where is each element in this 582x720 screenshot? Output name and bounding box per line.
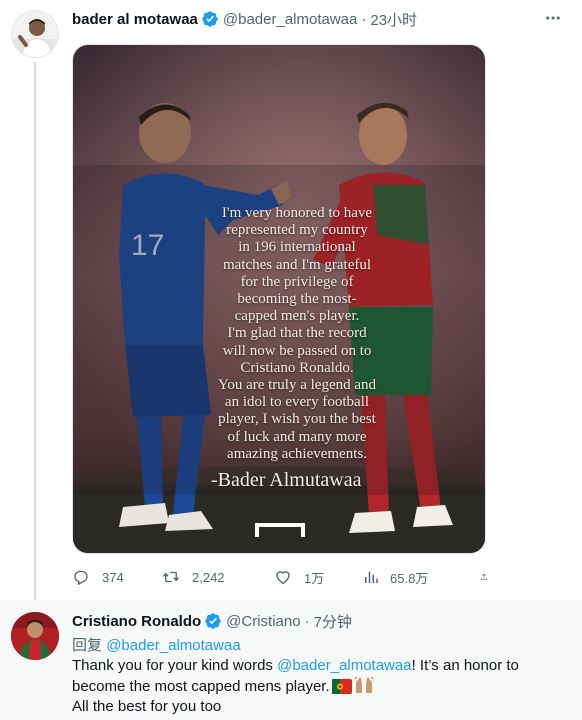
avatar[interactable] — [11, 612, 59, 660]
original-tweet[interactable]: bader al motawaa @bader_almotawaa · 23小时 — [0, 0, 582, 600]
mention-link[interactable]: @bader_almotawaa — [277, 657, 411, 674]
replying-to: 回复 @bader_almotawaa — [72, 634, 241, 655]
quote-line: will now be passed on to — [222, 342, 372, 359]
portugal-flag-icon — [331, 679, 352, 694]
reply-button[interactable]: 374 — [72, 568, 162, 586]
author-name[interactable]: Cristiano Ronaldo — [72, 613, 201, 630]
tweet-image[interactable]: 17 I'm very honored to have represented … — [72, 44, 486, 554]
tweet-header: Cristiano Ronaldo @Cristiano · 7分钟 — [72, 610, 352, 632]
author-handle[interactable]: @Cristiano — [226, 613, 300, 630]
heart-icon — [276, 571, 290, 585]
reply-count: 374 — [102, 569, 124, 585]
share-icon — [481, 573, 487, 580]
text-segment: Thank you for your kind words — [72, 657, 278, 674]
quote-line: amazing achievements. — [227, 445, 367, 462]
avatar[interactable] — [11, 10, 59, 58]
separator-dot: · — [361, 10, 367, 28]
quote-line: Cristiano Ronaldo. — [240, 359, 354, 376]
replying-to-mention[interactable]: @bader_almotawaa — [106, 637, 240, 654]
verified-badge-icon — [205, 613, 221, 629]
tweet-timestamp[interactable]: 7分钟 — [314, 611, 352, 632]
quote-line: matches and I'm grateful — [222, 256, 372, 273]
share-button[interactable] — [480, 568, 500, 586]
view-count: 65.8万 — [390, 570, 429, 586]
replying-prefix: 回复 — [72, 637, 103, 654]
image-signature: -Bader Almutawaa — [211, 469, 362, 491]
retweet-button[interactable]: 2,242 — [162, 568, 274, 586]
tweet-timestamp[interactable]: 23小时 — [370, 9, 417, 30]
tweet-header: bader al motawaa @bader_almotawaa · 23小时 — [72, 8, 417, 30]
retweet-count: 2,242 — [192, 569, 225, 585]
tweet-actions: 374 2,242 1万 65.8万 — [72, 566, 502, 588]
raising-hands-icon — [354, 676, 374, 693]
quote-line: I'm very honored to have — [221, 205, 373, 221]
like-count: 1万 — [304, 570, 325, 586]
image-quote-text: I'm very honored to have represented my … — [189, 205, 405, 463]
author-handle[interactable]: @bader_almotawaa — [223, 11, 357, 28]
tweet-text-line: All the best for you too — [72, 698, 222, 715]
tweet-text-line: Thank you for your kind words @bader_alm… — [72, 656, 542, 676]
quote-line: capped men's player. — [234, 308, 360, 325]
more-options-icon[interactable] — [540, 8, 566, 28]
quote-line: player, I wish you the best — [218, 411, 376, 428]
tweet-text-line: become the most capped mens player. — [72, 676, 542, 697]
separator-dot: · — [304, 612, 310, 630]
tweet-text: Thank you for your kind words @bader_alm… — [72, 656, 542, 717]
quote-line: in 196 international — [238, 239, 356, 256]
quote-line: You are truly a legend and — [217, 377, 377, 394]
retweet-icon — [162, 571, 180, 583]
quote-line: I'm glad that the record — [227, 325, 367, 342]
quote-line: an idol to every football — [224, 394, 370, 411]
quote-line: represented my country — [226, 222, 368, 239]
verified-badge-icon — [202, 11, 218, 27]
reply-tweet[interactable]: Cristiano Ronaldo @Cristiano · 7分钟 回复 @b… — [0, 600, 582, 720]
author-name[interactable]: bader al motawaa — [72, 11, 198, 28]
text-segment: become the most capped mens player. — [72, 678, 330, 695]
views-button[interactable]: 65.8万 — [362, 568, 480, 587]
like-button[interactable]: 1万 — [274, 568, 362, 587]
text-segment: ! It’s an honor to — [411, 657, 519, 674]
reply-icon — [74, 570, 88, 586]
quote-line: becoming the most- — [237, 291, 357, 308]
analytics-icon — [365, 571, 378, 583]
quote-line: for the privilege of — [240, 273, 354, 290]
quote-line: of luck and many more — [227, 428, 367, 445]
